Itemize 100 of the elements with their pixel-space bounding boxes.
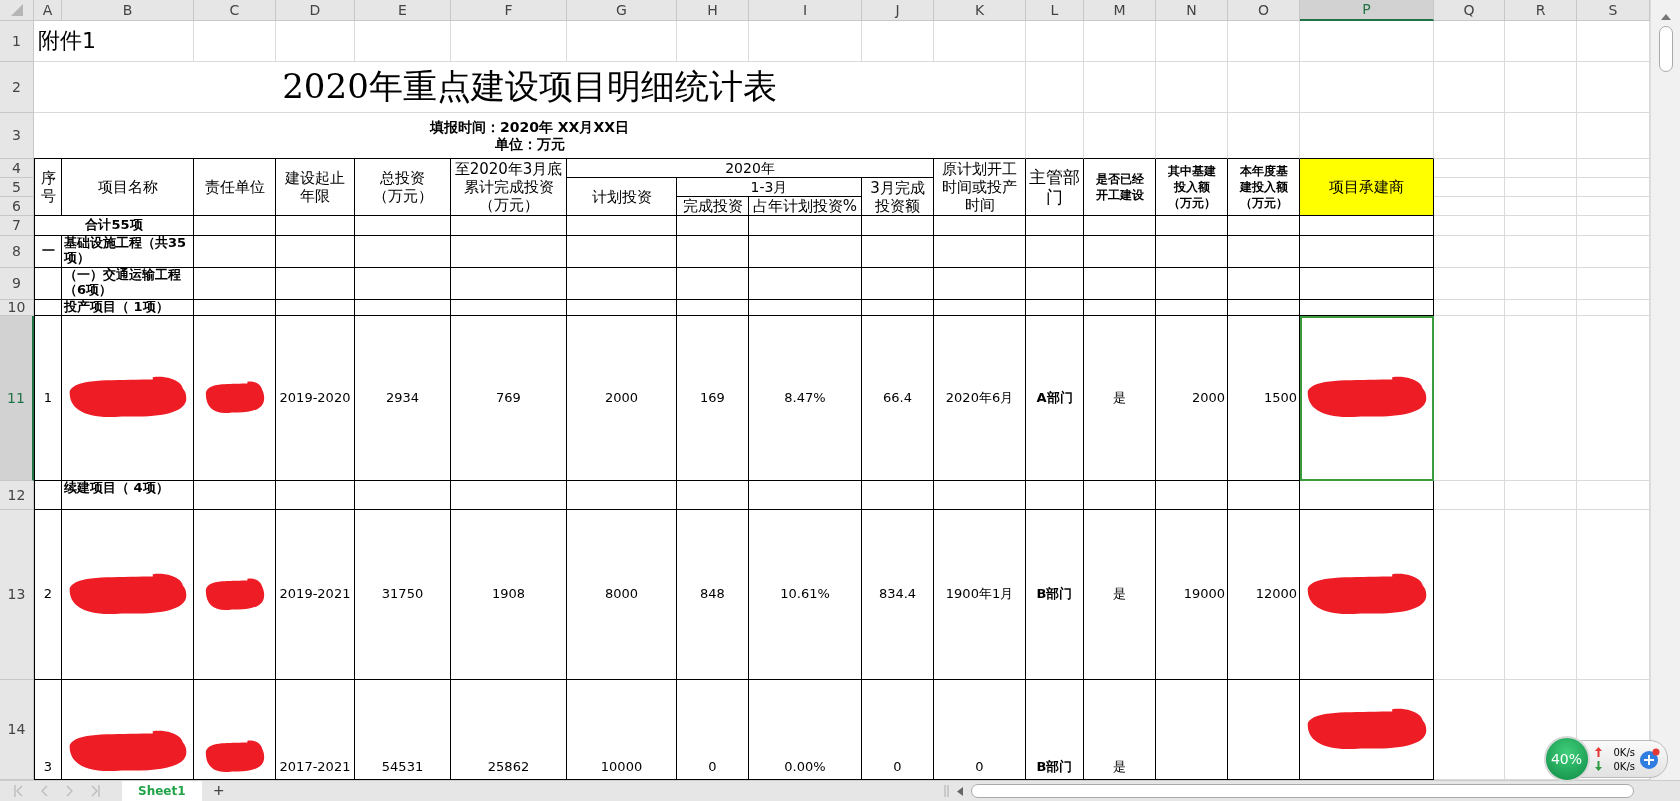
table-cell[interactable] — [451, 300, 567, 316]
table-cell[interactable] — [451, 236, 567, 268]
table-cell[interactable] — [451, 481, 567, 510]
table-cell[interactable] — [862, 300, 934, 316]
table-cell[interactable] — [355, 481, 451, 510]
grid-cell[interactable] — [1434, 268, 1505, 300]
grid-cell[interactable] — [1505, 197, 1577, 216]
grid-cell[interactable] — [1300, 113, 1434, 159]
grid-cell[interactable] — [1505, 216, 1577, 236]
table-cell[interactable] — [862, 481, 934, 510]
table-cell[interactable] — [34, 268, 62, 300]
table-cell[interactable] — [1300, 268, 1434, 300]
column-header[interactable]: S — [1577, 0, 1650, 21]
grid-cell[interactable] — [1026, 21, 1084, 62]
table-cell[interactable] — [451, 268, 567, 300]
table-cell[interactable] — [34, 481, 62, 510]
grid-cell[interactable] — [1228, 21, 1300, 62]
grid-cell[interactable] — [1505, 236, 1577, 268]
grid-cell[interactable] — [355, 21, 451, 62]
grid-cell[interactable] — [1434, 300, 1505, 316]
column-header[interactable]: G — [567, 0, 677, 21]
table-cell[interactable] — [194, 481, 276, 510]
grid-cell[interactable] — [1505, 481, 1577, 510]
column-header[interactable]: J — [862, 0, 934, 21]
grid-cell[interactable] — [1026, 62, 1084, 113]
column-header[interactable]: H — [677, 0, 749, 21]
scroll-left-icon[interactable] — [957, 786, 963, 796]
table-cell[interactable] — [1084, 216, 1156, 236]
table-cell[interactable] — [1084, 268, 1156, 300]
table-cell[interactable] — [276, 268, 355, 300]
grid-cell[interactable] — [1434, 159, 1505, 178]
row-header[interactable]: 5 — [0, 178, 34, 197]
grid-cell[interactable] — [1505, 21, 1577, 62]
grid-cell[interactable] — [1505, 62, 1577, 113]
table-cell[interactable] — [355, 216, 451, 236]
table-cell[interactable] — [567, 268, 677, 300]
table-cell[interactable] — [1228, 300, 1300, 316]
grid-cell[interactable] — [1084, 21, 1156, 62]
column-header[interactable]: P — [1300, 0, 1434, 21]
grid-cell[interactable] — [1026, 113, 1084, 159]
grid-cell[interactable] — [1300, 21, 1434, 62]
grid-cell[interactable] — [1505, 159, 1577, 178]
table-cell[interactable] — [1300, 236, 1434, 268]
table-cell[interactable] — [1084, 481, 1156, 510]
table-cell[interactable] — [677, 236, 749, 268]
grid-cell[interactable] — [1434, 113, 1505, 159]
table-cell[interactable] — [934, 481, 1026, 510]
grid-cell[interactable] — [677, 21, 749, 62]
grid-cell[interactable] — [1156, 21, 1228, 62]
grid-cell[interactable] — [1434, 178, 1505, 197]
table-cell[interactable] — [355, 236, 451, 268]
column-header[interactable]: L — [1026, 0, 1084, 21]
row-header[interactable]: 7 — [0, 216, 34, 236]
column-header[interactable]: I — [749, 0, 862, 21]
table-cell[interactable] — [1300, 481, 1434, 510]
table-cell[interactable] — [1228, 268, 1300, 300]
table-cell[interactable] — [749, 300, 862, 316]
table-cell[interactable] — [567, 300, 677, 316]
table-cell[interactable] — [1026, 268, 1084, 300]
grid-cell[interactable] — [1434, 236, 1505, 268]
grid-cell[interactable] — [1505, 316, 1577, 481]
grid-cell[interactable] — [1228, 113, 1300, 159]
grid-cell[interactable] — [1084, 113, 1156, 159]
grid-cell[interactable] — [1434, 21, 1505, 62]
table-cell[interactable] — [1026, 481, 1084, 510]
grid-cell[interactable] — [1505, 510, 1577, 680]
table-cell[interactable] — [1156, 216, 1228, 236]
grid-cell[interactable] — [194, 21, 276, 62]
table-cell[interactable] — [934, 216, 1026, 236]
table-cell[interactable] — [1156, 300, 1228, 316]
table-cell[interactable] — [934, 300, 1026, 316]
table-cell[interactable] — [276, 236, 355, 268]
plus-icon[interactable] — [1639, 748, 1661, 770]
scrollbar-thumb[interactable] — [971, 784, 1634, 798]
column-header[interactable]: D — [276, 0, 355, 21]
table-cell[interactable] — [677, 216, 749, 236]
table-cell[interactable] — [194, 268, 276, 300]
row-header[interactable]: 6 — [0, 197, 34, 216]
row-header[interactable]: 10 — [0, 300, 34, 316]
table-cell[interactable] — [1026, 216, 1084, 236]
grid-cell[interactable] — [1300, 62, 1434, 113]
grid-cell[interactable] — [1434, 510, 1505, 680]
table-cell[interactable] — [1084, 236, 1156, 268]
grid-cell[interactable] — [1505, 113, 1577, 159]
row-header[interactable]: 14 — [0, 680, 34, 780]
table-cell[interactable] — [355, 300, 451, 316]
column-header[interactable]: K — [934, 0, 1026, 21]
table-cell[interactable] — [1156, 268, 1228, 300]
row-header[interactable]: 11 — [0, 316, 34, 481]
table-cell[interactable] — [862, 236, 934, 268]
table-cell[interactable] — [862, 216, 934, 236]
table-cell[interactable] — [567, 481, 677, 510]
grid-cell[interactable] — [862, 21, 934, 62]
row-header[interactable]: 1 — [0, 21, 34, 62]
table-cell[interactable] — [567, 236, 677, 268]
grid-cell[interactable] — [1228, 62, 1300, 113]
row-header[interactable]: 8 — [0, 236, 34, 268]
table-cell[interactable] — [749, 216, 862, 236]
table-cell[interactable] — [677, 268, 749, 300]
table-cell[interactable] — [934, 236, 1026, 268]
